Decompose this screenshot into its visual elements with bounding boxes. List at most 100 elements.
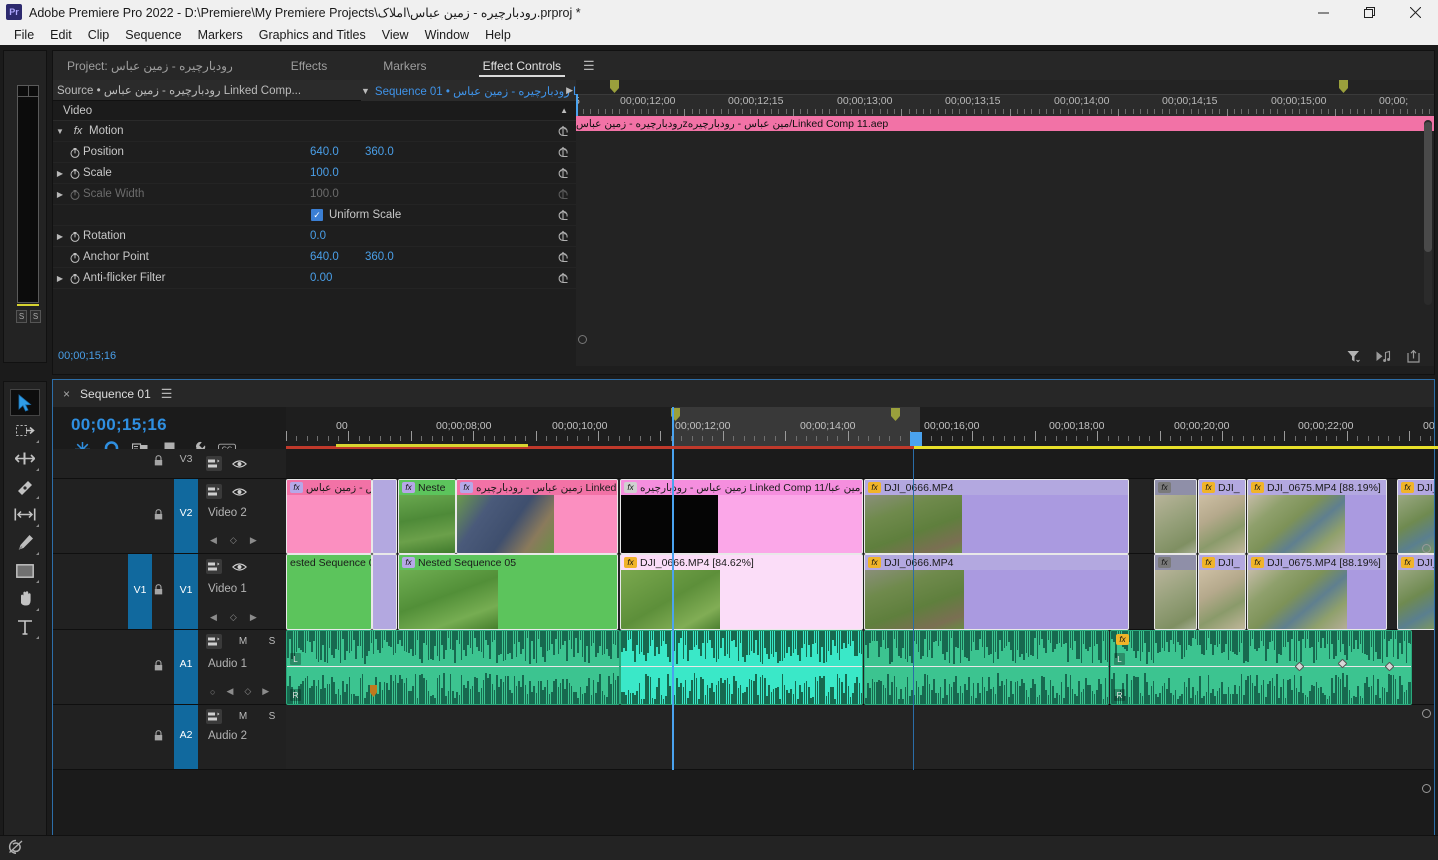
sequence-marker[interactable]	[610, 80, 619, 93]
menu-markers[interactable]: Markers	[190, 24, 251, 45]
timeline-clip[interactable]: ested Sequence 04	[286, 554, 372, 630]
audio-clip[interactable]	[620, 630, 863, 705]
timeline-clip[interactable]: fx DJI_0675.MP4 [88.19%]	[1247, 479, 1387, 554]
effect-controls-marker-row[interactable]	[576, 80, 1434, 94]
track-sync-lock-icon[interactable]	[206, 456, 222, 471]
keyframe-nav-a1[interactable]: ○ ◀ ◇ ▶	[210, 686, 269, 697]
timeline-clip[interactable]: fx Neste	[398, 479, 456, 554]
menu-help[interactable]: Help	[477, 24, 519, 45]
timeline-clip[interactable]: fx DJI_0666.MP4 [84.62%]	[620, 554, 863, 630]
menu-graphics-and-titles[interactable]: Graphics and Titles	[251, 24, 374, 45]
timeline-clip[interactable]: fx DJI_	[1198, 554, 1246, 630]
lock-icon[interactable]	[154, 660, 163, 671]
tab-project[interactable]: Project: رودبارچیره - زمین عباس	[53, 51, 247, 80]
timeline-clip[interactable]: fxزمین عباس - زمین عباس.aep	[286, 479, 372, 554]
timeline-clip[interactable]: fx DJI_0666.MP4	[864, 554, 1129, 630]
prev-keyframe-icon[interactable]: ◀	[210, 535, 217, 546]
param-scale-row[interactable]: ▶ Scale 100.0	[53, 163, 576, 184]
param-rotation-row[interactable]: ▶ Rotation 0.0	[53, 226, 576, 247]
video-section-header[interactable]: Video ▲	[53, 101, 576, 121]
timeline-clip[interactable]	[372, 479, 397, 554]
scroll-handle-left[interactable]	[578, 335, 587, 344]
track-sync-lock-icon[interactable]	[206, 559, 222, 574]
add-keyframe-icon[interactable]: ◇	[230, 535, 237, 546]
hand-tool[interactable]	[10, 585, 40, 612]
collapse-triangle-icon[interactable]: ▲	[560, 106, 568, 115]
add-keyframe-icon[interactable]: ◇	[244, 686, 251, 697]
next-keyframe-icon[interactable]: ▶	[250, 535, 257, 546]
track-target-v1[interactable]: V1	[174, 554, 198, 629]
lock-icon[interactable]	[154, 509, 163, 520]
track-sync-lock-icon[interactable]	[206, 709, 222, 724]
param-value-x[interactable]: 640.0	[310, 146, 339, 158]
playhead-line[interactable]	[672, 407, 674, 446]
track-header-v1[interactable]: V1 V1 Video 1 ◀ ◇ ▶	[53, 554, 286, 630]
lock-icon[interactable]	[154, 730, 163, 741]
solo-left-button[interactable]: S	[16, 310, 27, 323]
scroll-knob-top[interactable]	[1422, 544, 1431, 553]
stopwatch-icon[interactable]	[67, 231, 83, 242]
param-anchor-point-row[interactable]: Anchor Point 640.0 360.0	[53, 247, 576, 268]
timeline-vertical-scrollbar[interactable]	[1422, 544, 1431, 844]
export-frame-icon[interactable]	[1407, 349, 1420, 363]
expand-triangle-icon[interactable]: ▶	[53, 190, 67, 199]
next-keyframe-icon[interactable]: ▶	[262, 686, 269, 697]
audio-level-line[interactable]	[865, 666, 1108, 667]
restore-icon[interactable]	[1346, 0, 1392, 24]
effect-motion-row[interactable]: ▼ fx Motion	[53, 121, 576, 142]
audio-clip[interactable]: LR	[286, 630, 620, 705]
solo-right-button[interactable]: S	[30, 310, 41, 323]
timeline-playhead[interactable]	[672, 449, 674, 770]
stopwatch-icon[interactable]	[67, 252, 83, 263]
track-visibility-eye-icon[interactable]	[231, 484, 247, 499]
track-target-a2[interactable]: A2	[174, 705, 198, 769]
param-anti-flicker-row[interactable]: ▶ Anti-flicker Filter 0.00	[53, 268, 576, 289]
timeline-tab-label[interactable]: Sequence 01	[80, 387, 151, 401]
track-target-v2[interactable]: V2	[174, 479, 198, 553]
tab-effects[interactable]: Effects	[277, 51, 341, 80]
track-header-v2[interactable]: V2 Video 2 ◀ ◇ ▶	[53, 479, 286, 554]
param-value-y[interactable]: 360.0	[365, 146, 394, 158]
track-mute-button[interactable]: M	[235, 709, 251, 724]
effect-controls-ruler[interactable]: 5 00;00;12;00 00;00;12;15 00;00;13;00 00…	[576, 94, 1434, 117]
track-sync-lock-icon[interactable]	[206, 484, 222, 499]
reset-icon[interactable]	[557, 209, 569, 221]
close-icon[interactable]	[1392, 0, 1438, 24]
uniform-scale-checkbox[interactable]: ✓	[311, 209, 323, 221]
timeline-clip[interactable]: fx DJI_	[1198, 479, 1246, 554]
expand-triangle-icon[interactable]: ▼	[53, 127, 67, 136]
reset-icon[interactable]	[557, 146, 569, 158]
selection-tool[interactable]	[10, 389, 40, 416]
panel-menu-icon[interactable]: ☰	[161, 386, 173, 402]
track-mute-button[interactable]: M	[235, 634, 251, 649]
reset-icon[interactable]	[557, 251, 569, 263]
audio-level-line[interactable]	[621, 666, 862, 667]
timeline-clip[interactable]: fx DJI_0675.MP4 [88.19%]	[1247, 554, 1387, 630]
razor-tool[interactable]	[10, 473, 40, 500]
add-keyframe-icon[interactable]: ◇	[230, 612, 237, 623]
track-sync-lock-icon[interactable]	[206, 634, 222, 649]
pen-tool[interactable]	[10, 529, 40, 556]
effect-controls-clip-bar[interactable]: رودبارچیره - زمین عباسzمین عباس - رودبار…	[576, 116, 1434, 131]
timeline-clip[interactable]: fxDJI_0676	[1397, 479, 1434, 554]
panel-menu-icon[interactable]: ☰	[583, 58, 595, 74]
timeline-clip[interactable]: fx	[1154, 479, 1197, 554]
param-position-row[interactable]: Position 640.0 360.0	[53, 142, 576, 163]
timeline-clip[interactable]: fx Nested Sequence 05	[398, 554, 618, 630]
scroll-knob-mid[interactable]	[1422, 709, 1431, 718]
prev-keyframe-icon[interactable]: ◀	[210, 612, 217, 623]
timeline-clips-area[interactable]: fxزمین عباس - زمین عباس.aepfxNestefxزمین…	[286, 449, 1434, 860]
track-visibility-eye-icon[interactable]	[231, 559, 247, 574]
expand-triangle-icon[interactable]: ▶	[53, 274, 67, 283]
creative-cloud-icon[interactable]	[7, 839, 25, 857]
reset-icon[interactable]	[557, 230, 569, 242]
param-value[interactable]: 0.0	[310, 230, 326, 242]
audio-clip[interactable]	[864, 630, 1109, 705]
track-source-patch-v1[interactable]: V1	[128, 554, 152, 629]
slip-tool[interactable]	[10, 501, 40, 528]
timeline-ruler[interactable]: 00 00;00;08;00 00;00;10;00 00;00;12;00 00;00…	[286, 407, 1434, 446]
timeline-clip[interactable]: fx DJI_0666.MP4	[864, 479, 1129, 554]
ec-horizontal-scrollbar[interactable]	[578, 335, 1419, 344]
expand-triangle-icon[interactable]: ▶	[53, 232, 67, 241]
track-target-a1[interactable]: A1	[174, 630, 198, 704]
